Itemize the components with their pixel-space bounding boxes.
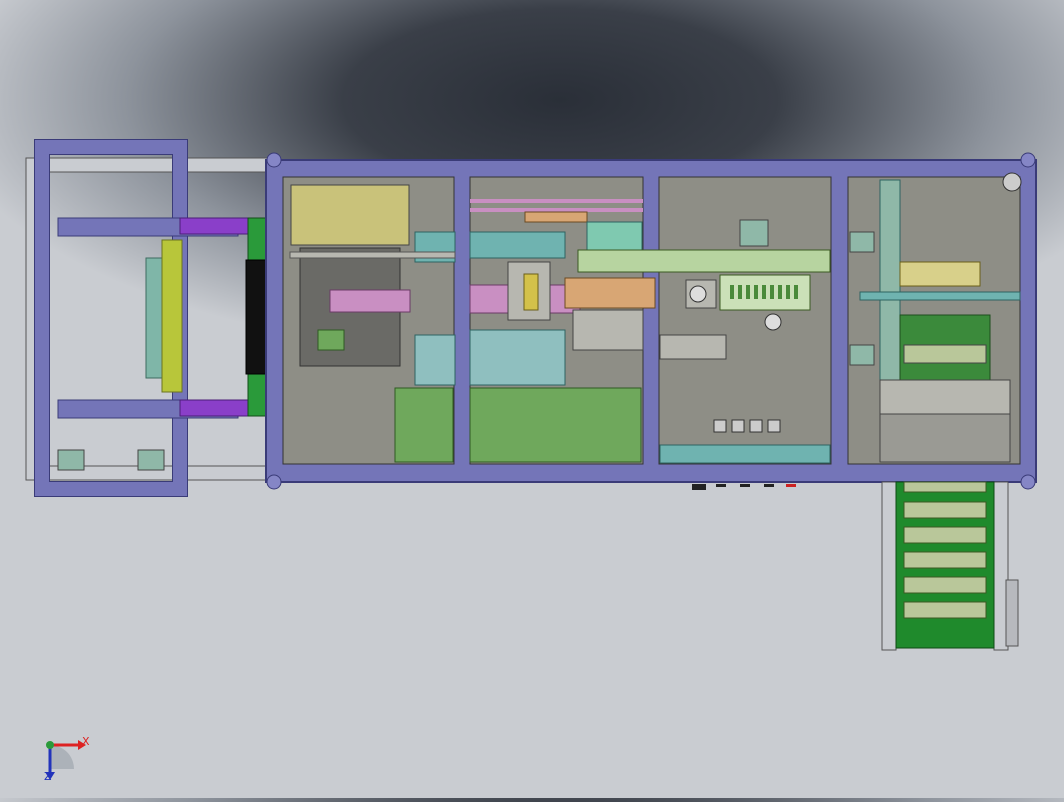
station-2 <box>469 199 656 463</box>
assembly-drawing <box>25 139 1037 780</box>
bottom-fixtures <box>692 484 796 490</box>
x-axis-label: X <box>82 735 90 748</box>
feed-roller <box>145 239 183 393</box>
z-axis-label: Z <box>44 770 52 783</box>
output-conveyor <box>881 481 1019 651</box>
cad-viewport[interactable]: X Z <box>0 0 1064 798</box>
